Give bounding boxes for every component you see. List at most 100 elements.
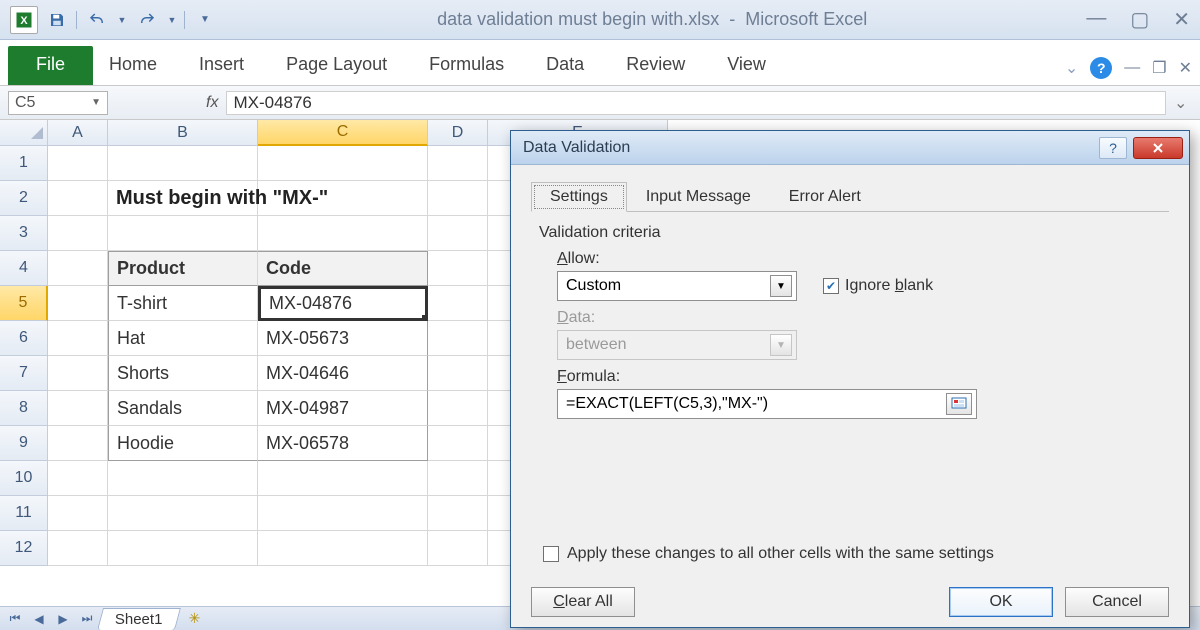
tab-insert[interactable]: Insert (199, 54, 244, 75)
dialog-title-bar[interactable]: Data Validation ? (511, 131, 1189, 165)
column-header[interactable]: D (428, 120, 488, 146)
row-header[interactable]: 10 (0, 461, 48, 496)
dialog-help-icon[interactable]: ? (1099, 137, 1127, 159)
table-cell[interactable]: Sandals (108, 391, 258, 426)
new-sheet-icon[interactable]: ✳ (180, 610, 210, 627)
cell[interactable] (48, 286, 108, 321)
cell[interactable] (428, 461, 488, 496)
ribbon-minimize-icon[interactable]: ⌄ (1065, 58, 1078, 78)
table-cell[interactable]: MX-05673 (258, 321, 428, 356)
cell[interactable] (108, 216, 258, 251)
cell[interactable] (48, 181, 108, 216)
workbook-minimize-icon[interactable]: ― (1124, 59, 1140, 77)
sheet-nav-prev-icon[interactable]: ◀ (28, 610, 50, 628)
apply-all-checkbox[interactable]: Apply these changes to all other cells w… (543, 545, 994, 563)
file-tab[interactable]: File (8, 46, 93, 85)
undo-dropdown-icon[interactable]: ▼ (116, 7, 128, 33)
cell[interactable] (428, 496, 488, 531)
formula-field[interactable]: =EXACT(LEFT(C5,3),"MX-") (557, 389, 977, 419)
cell[interactable] (428, 426, 488, 461)
cell[interactable] (428, 251, 488, 286)
cell[interactable] (108, 531, 258, 566)
tab-review[interactable]: Review (626, 54, 685, 75)
cell[interactable] (258, 496, 428, 531)
cell[interactable] (48, 461, 108, 496)
tab-error-alert[interactable]: Error Alert (770, 182, 880, 212)
cell[interactable] (48, 496, 108, 531)
column-header[interactable]: A (48, 120, 108, 146)
redo-dropdown-icon[interactable]: ▼ (166, 7, 178, 33)
cell[interactable] (428, 146, 488, 181)
table-cell[interactable]: MX-04646 (258, 356, 428, 391)
column-header[interactable]: B (108, 120, 258, 146)
cell[interactable] (48, 426, 108, 461)
formula-expand-icon[interactable]: ⌄ (1174, 93, 1192, 113)
sheet-nav-first-icon[interactable]: ⏮ (4, 610, 26, 628)
tab-view[interactable]: View (727, 54, 766, 75)
chevron-down-icon[interactable]: ▼ (770, 275, 792, 297)
cell[interactable] (428, 356, 488, 391)
row-header[interactable]: 6 (0, 321, 48, 356)
row-header[interactable]: 5 (0, 286, 48, 321)
cell[interactable] (48, 356, 108, 391)
close-icon[interactable]: ✕ (1173, 7, 1190, 32)
maximize-icon[interactable]: ▢ (1130, 7, 1149, 32)
undo-icon[interactable] (84, 7, 110, 33)
row-header[interactable]: 12 (0, 531, 48, 566)
row-header[interactable]: 4 (0, 251, 48, 286)
fx-icon[interactable]: fx (206, 94, 218, 112)
cell[interactable] (48, 531, 108, 566)
tab-settings[interactable]: Settings (531, 182, 627, 212)
table-cell[interactable]: Hat (108, 321, 258, 356)
cell[interactable] (258, 216, 428, 251)
table-cell[interactable]: MX-06578 (258, 426, 428, 461)
tab-data[interactable]: Data (546, 54, 584, 75)
table-cell[interactable]: Shorts (108, 356, 258, 391)
column-header[interactable]: C (258, 120, 428, 146)
table-header[interactable]: Product (108, 251, 258, 286)
cell[interactable] (48, 216, 108, 251)
row-header[interactable]: 2 (0, 181, 48, 216)
row-header[interactable]: 1 (0, 146, 48, 181)
table-cell[interactable]: Hoodie (108, 426, 258, 461)
ok-button[interactable]: OK (949, 587, 1053, 617)
cell[interactable] (428, 391, 488, 426)
table-cell[interactable]: MX-04987 (258, 391, 428, 426)
clear-all-button[interactable]: Clear All (531, 587, 635, 617)
formula-input[interactable]: MX-04876 (226, 91, 1166, 115)
minimize-icon[interactable]: ― (1086, 7, 1106, 32)
cell[interactable] (48, 391, 108, 426)
cell[interactable] (48, 146, 108, 181)
cell[interactable] (428, 286, 488, 321)
cell[interactable] (108, 146, 258, 181)
save-icon[interactable] (44, 7, 70, 33)
cell[interactable] (428, 531, 488, 566)
redo-icon[interactable] (134, 7, 160, 33)
cell[interactable] (258, 461, 428, 496)
cell[interactable] (48, 321, 108, 356)
cell[interactable] (108, 461, 258, 496)
cancel-button[interactable]: Cancel (1065, 587, 1169, 617)
table-cell[interactable]: MX-04876 (258, 286, 428, 321)
row-header[interactable]: 9 (0, 426, 48, 461)
cell[interactable] (258, 531, 428, 566)
name-box[interactable]: C5▼ (8, 91, 108, 115)
workbook-restore-icon[interactable]: ❐ (1152, 58, 1166, 78)
table-cell[interactable]: T-shirt (108, 286, 258, 321)
cell[interactable] (428, 321, 488, 356)
cell[interactable] (48, 251, 108, 286)
tab-home[interactable]: Home (109, 54, 157, 75)
sheet-nav-next-icon[interactable]: ▶ (52, 610, 74, 628)
select-all-corner[interactable] (0, 120, 48, 146)
table-header[interactable]: Code (258, 251, 428, 286)
row-header[interactable]: 3 (0, 216, 48, 251)
dialog-close-icon[interactable] (1133, 137, 1183, 159)
qat-customize-icon[interactable]: ▼ (192, 7, 218, 33)
sheet-tab[interactable]: Sheet1 (97, 608, 180, 630)
cell[interactable] (428, 181, 488, 216)
tab-page-layout[interactable]: Page Layout (286, 54, 387, 75)
ignore-blank-checkbox[interactable]: ✔ Ignore blank (823, 277, 933, 295)
allow-combobox[interactable]: Custom ▼ (557, 271, 797, 301)
row-header[interactable]: 7 (0, 356, 48, 391)
tab-input-message[interactable]: Input Message (627, 182, 770, 212)
